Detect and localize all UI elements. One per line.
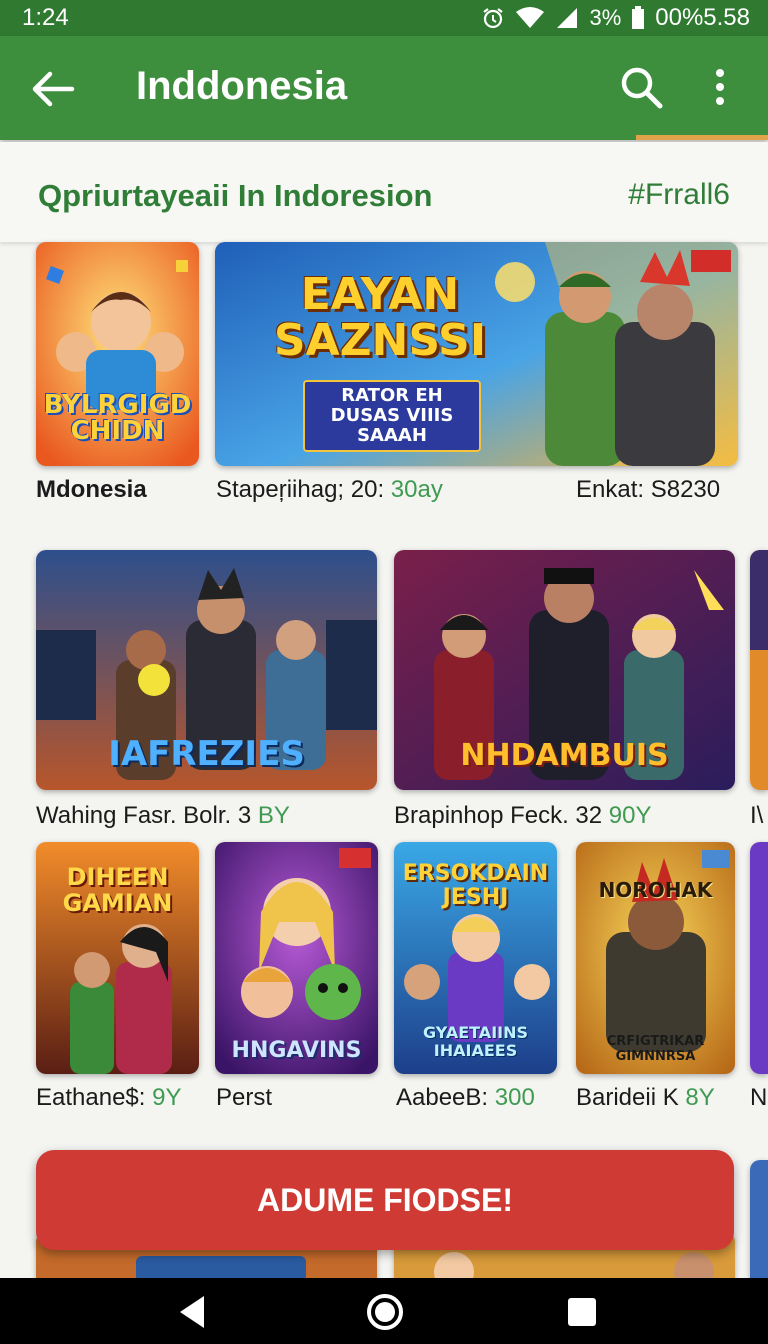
game-caption: Barideii K 8Y [576, 1084, 715, 1112]
arrow-left-icon[interactable] [28, 64, 78, 114]
alarm-icon [483, 8, 504, 29]
page-title: Inddonesia [136, 64, 348, 108]
game-logo: NHDAMBUIS [460, 738, 669, 773]
game-art [750, 1160, 768, 1282]
game-tile[interactable]: ERSOKDAIN JESHJ GYAETAIINS IHAIAEES [394, 842, 557, 1074]
game-count: 300 [494, 1084, 535, 1111]
game-logo: IAFREZIES [108, 734, 305, 774]
search-icon[interactable] [616, 62, 666, 112]
game-tile[interactable]: DIHEEN GAMIAN [36, 842, 199, 1074]
game-count: BY [257, 802, 290, 829]
banner-subtitle: RATOR EH DUSAS VIIIS SAAAH [303, 380, 481, 452]
section-title: Qpriurtayeaii In Indoresion [38, 178, 433, 213]
app-bar: Inddonesia [0, 36, 768, 140]
game-caption: Mdonesia [36, 476, 147, 504]
game-art [750, 550, 768, 790]
nav-recents-icon[interactable] [560, 1290, 604, 1334]
nav-home-icon[interactable] [363, 1290, 407, 1334]
status-signal-text: 3% [589, 5, 622, 30]
game-subtitle: CRFIGTRIKAR GIMNNRSA [606, 1034, 705, 1064]
status-time: 1:24 [22, 4, 69, 31]
game-caption: N [750, 1084, 767, 1112]
game-tile-partial [750, 1160, 768, 1282]
game-title: N [750, 1084, 768, 1111]
game-art [750, 842, 768, 1074]
primary-action-button[interactable]: ADUME FIODSE! [36, 1150, 734, 1250]
game-count: 90Y [608, 802, 652, 829]
signal-icon [557, 8, 578, 28]
game-title: Perst [216, 1084, 273, 1111]
game-title: Brapinhop Feck. 32 [394, 802, 603, 829]
game-title: I\ [750, 802, 764, 829]
game-logo: DIHEEN GAMIAN [62, 863, 173, 917]
section-header: Qpriurtayeaii In Indoresion #Frrall6 [0, 142, 768, 242]
game-count: 30ay [390, 476, 443, 503]
game-tile[interactable]: HNGAVINS [215, 842, 378, 1074]
game-subtitle: GYAETAIINS IHAIAEES [422, 1023, 529, 1060]
game-tile-partial[interactable] [750, 550, 768, 790]
game-tile[interactable]: IAFREZIES [36, 550, 377, 790]
game-title: Mdonesia [36, 476, 147, 503]
game-caption: Wahing Fasr. Bolr. 3 BY [36, 802, 290, 830]
game-caption-2: Enkat: S8230 [576, 476, 720, 504]
status-indicators: 3% 00%5.58 [481, 4, 750, 32]
game-caption: Brapinhop Feck. 32 90Y [394, 802, 652, 830]
game-caption: I\ [750, 802, 763, 830]
nav-back-icon[interactable] [170, 1290, 214, 1334]
game-tile[interactable]: NHDAMBUIS [394, 550, 735, 790]
tab-indicator [636, 135, 768, 140]
more-vertical-icon[interactable] [700, 62, 740, 112]
game-title: Wahing Fasr. Bolr. 3 [36, 802, 252, 829]
game-title: AabeeB: [396, 1084, 489, 1111]
game-logo: HNGAVINS [231, 1038, 362, 1063]
game-tile-partial[interactable] [750, 842, 768, 1074]
system-nav-bar [0, 1278, 768, 1344]
status-battery-text: 00%5.58 [655, 4, 750, 31]
game-count: 8Y [685, 1084, 715, 1111]
game-caption: Perst [216, 1084, 272, 1112]
game-tile[interactable]: NOROHAK CRFIGTRIKAR GIMNNRSA [576, 842, 735, 1074]
status-bar: 1:24 3% 00%5.58 [0, 0, 768, 36]
section-tag[interactable]: #Frrall6 [628, 178, 730, 212]
game-title: Stapeŗiihag; 20: [216, 476, 385, 503]
game-count: 9Y [152, 1084, 182, 1111]
game-caption: AabeeB: 300 [396, 1084, 535, 1112]
game-title: Eathane$: [36, 1084, 146, 1111]
game-logo: ERSOKDAIN JESHJ [402, 861, 549, 910]
banner-logo: EAYAN SAZNSSI [273, 269, 487, 366]
game-stat: Enkat: S8230 [576, 476, 721, 503]
game-logo: NOROHAK [598, 878, 713, 902]
game-caption: Eathane$: 9Y [36, 1084, 181, 1112]
game-caption: Stapeŗiihag; 20: 30ay [216, 476, 443, 504]
game-logo: BYLRGIGD CHIDN [43, 390, 192, 446]
game-tile[interactable]: BYLRGIGD CHIDN [36, 242, 199, 466]
wifi-icon [516, 7, 545, 28]
battery-icon [632, 6, 645, 29]
game-title: Barideii K [576, 1084, 679, 1111]
featured-banner[interactable]: EAYAN SAZNSSI RATOR EH DUSAS VIIIS SAAAH [215, 242, 738, 466]
